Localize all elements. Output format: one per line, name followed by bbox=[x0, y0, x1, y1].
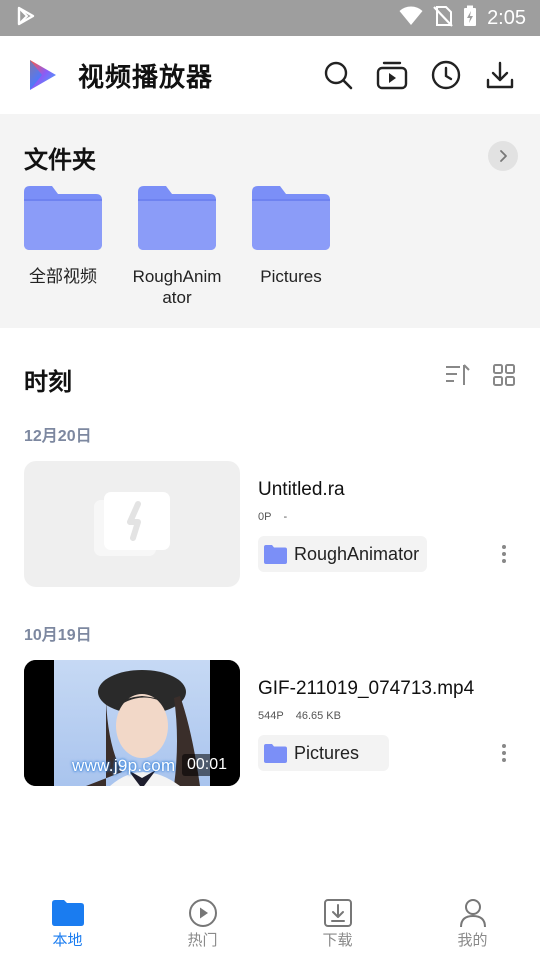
folder-chip-label: RoughAnimator bbox=[294, 543, 420, 564]
more-options-icon[interactable] bbox=[498, 742, 510, 764]
folder-icon bbox=[252, 186, 330, 250]
sort-icon[interactable] bbox=[444, 362, 470, 392]
search-icon[interactable] bbox=[322, 59, 354, 91]
video-size: - bbox=[283, 511, 288, 523]
moments-actions bbox=[444, 362, 516, 392]
video-item[interactable]: www.j9p.com 00:01 GIF-211019_074713.mp4 … bbox=[24, 660, 516, 786]
app-logo-icon bbox=[24, 57, 60, 93]
folder-item-all-videos[interactable]: 全部视频 bbox=[24, 186, 138, 308]
video-meta: 544P 46.65 KB bbox=[258, 710, 341, 722]
folder-item-roughanimator[interactable]: RoughAnimator bbox=[133, 186, 252, 308]
video-item[interactable]: Untitled.ra 0P - RoughAnimator bbox=[24, 461, 516, 587]
history-icon[interactable] bbox=[430, 59, 462, 91]
wifi-icon bbox=[399, 6, 423, 30]
no-sim-icon bbox=[433, 5, 453, 31]
video-name: Untitled.ra bbox=[258, 479, 345, 500]
chevron-right-icon bbox=[500, 150, 507, 162]
download-box-icon bbox=[321, 898, 355, 928]
app-title: 视频播放器 bbox=[78, 62, 214, 93]
folders-title: 文件夹 bbox=[24, 146, 96, 174]
video-duration: 00:01 bbox=[181, 754, 232, 776]
folder-icon bbox=[264, 544, 287, 564]
video-size: 46.65 KB bbox=[295, 710, 341, 722]
folder-icon bbox=[24, 186, 102, 250]
status-bar: 2:05 bbox=[0, 0, 540, 36]
folder-label: 全部视频 bbox=[29, 267, 97, 286]
nav-label: 本地 bbox=[52, 931, 83, 949]
app-header: 视频播放器 bbox=[0, 36, 540, 114]
video-thumbnail[interactable]: www.j9p.com 00:01 bbox=[24, 660, 240, 786]
moments-title: 时刻 bbox=[24, 368, 72, 396]
status-icons: 2:05 bbox=[399, 5, 526, 31]
battery-charging-icon bbox=[463, 5, 477, 31]
video-watermark: www.j9p.com bbox=[72, 756, 176, 775]
video-resolution: 0P bbox=[258, 511, 272, 523]
video-thumbnail[interactable] bbox=[24, 461, 240, 587]
nav-item-trending[interactable]: 热门 bbox=[135, 886, 270, 960]
user-icon bbox=[456, 898, 490, 928]
nav-item-profile[interactable]: 我的 bbox=[405, 886, 540, 960]
bottom-nav: 本地 热门 下载 我的 bbox=[0, 886, 540, 960]
folder-list: 全部视频 RoughAnimator Pictures bbox=[24, 186, 366, 308]
folder-item-pictures[interactable]: Pictures bbox=[252, 186, 366, 308]
nav-item-download[interactable]: 下载 bbox=[270, 886, 405, 960]
nav-label: 我的 bbox=[457, 931, 488, 949]
video-resolution: 544P bbox=[258, 710, 284, 722]
video-meta: 0P - bbox=[258, 511, 287, 523]
folder-label: RoughAnimator bbox=[132, 267, 222, 307]
file-placeholder-icon bbox=[94, 492, 170, 556]
nav-label: 热门 bbox=[187, 931, 218, 949]
play-circle-icon bbox=[186, 898, 220, 928]
header-actions bbox=[322, 59, 516, 91]
grid-view-icon[interactable] bbox=[492, 363, 516, 391]
nav-item-local[interactable]: 本地 bbox=[0, 886, 135, 960]
play-store-icon bbox=[16, 6, 36, 30]
more-options-icon[interactable] bbox=[498, 543, 510, 565]
folder-section: 文件夹 全部视频 RoughAnimator Pictures bbox=[0, 114, 540, 328]
folders-more-button[interactable] bbox=[488, 141, 518, 171]
video-library-icon[interactable] bbox=[376, 59, 408, 91]
nav-label: 下载 bbox=[322, 931, 353, 949]
folder-icon bbox=[264, 743, 287, 763]
video-name: GIF-211019_074713.mp4 bbox=[258, 678, 475, 699]
folder-label: Pictures bbox=[260, 267, 322, 286]
folder-chip[interactable]: RoughAnimator bbox=[258, 536, 428, 572]
download-icon[interactable] bbox=[484, 59, 516, 91]
folder-chip-label: Pictures bbox=[294, 742, 360, 763]
folder-icon bbox=[138, 186, 216, 250]
status-time: 2:05 bbox=[487, 6, 526, 29]
folder-chip[interactable]: Pictures bbox=[258, 735, 390, 771]
date-label: 10月19日 bbox=[24, 627, 92, 644]
date-label: 12月20日 bbox=[24, 428, 92, 445]
folder-icon bbox=[51, 898, 85, 928]
